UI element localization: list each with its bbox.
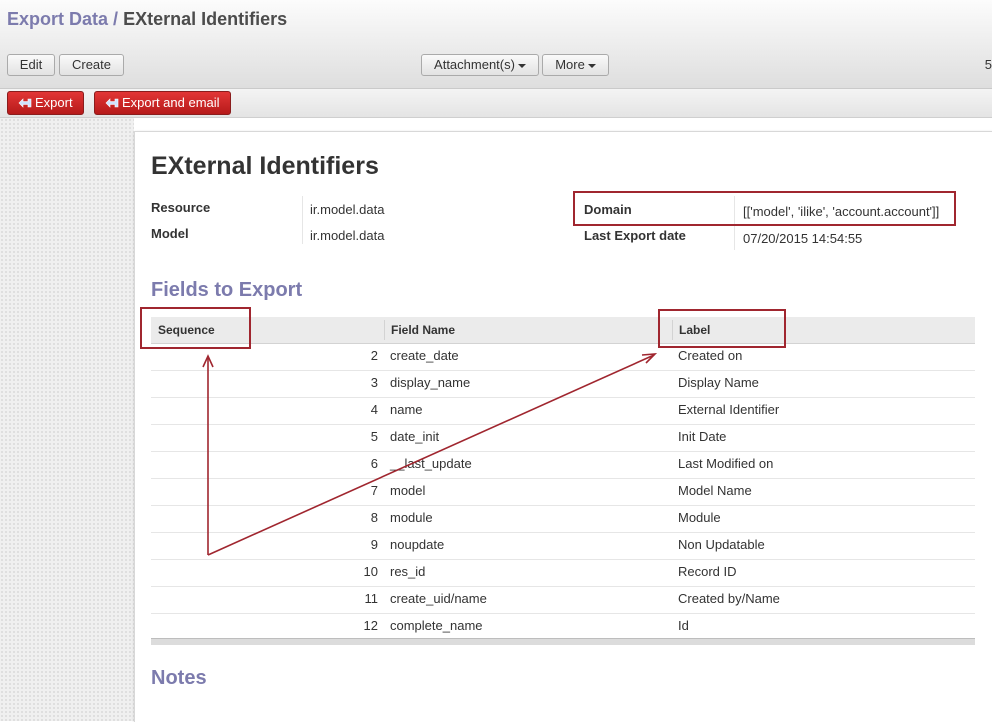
arrow-head-label xyxy=(641,353,658,364)
arrow-to-label xyxy=(207,354,655,556)
annotation-arrows xyxy=(202,353,658,556)
